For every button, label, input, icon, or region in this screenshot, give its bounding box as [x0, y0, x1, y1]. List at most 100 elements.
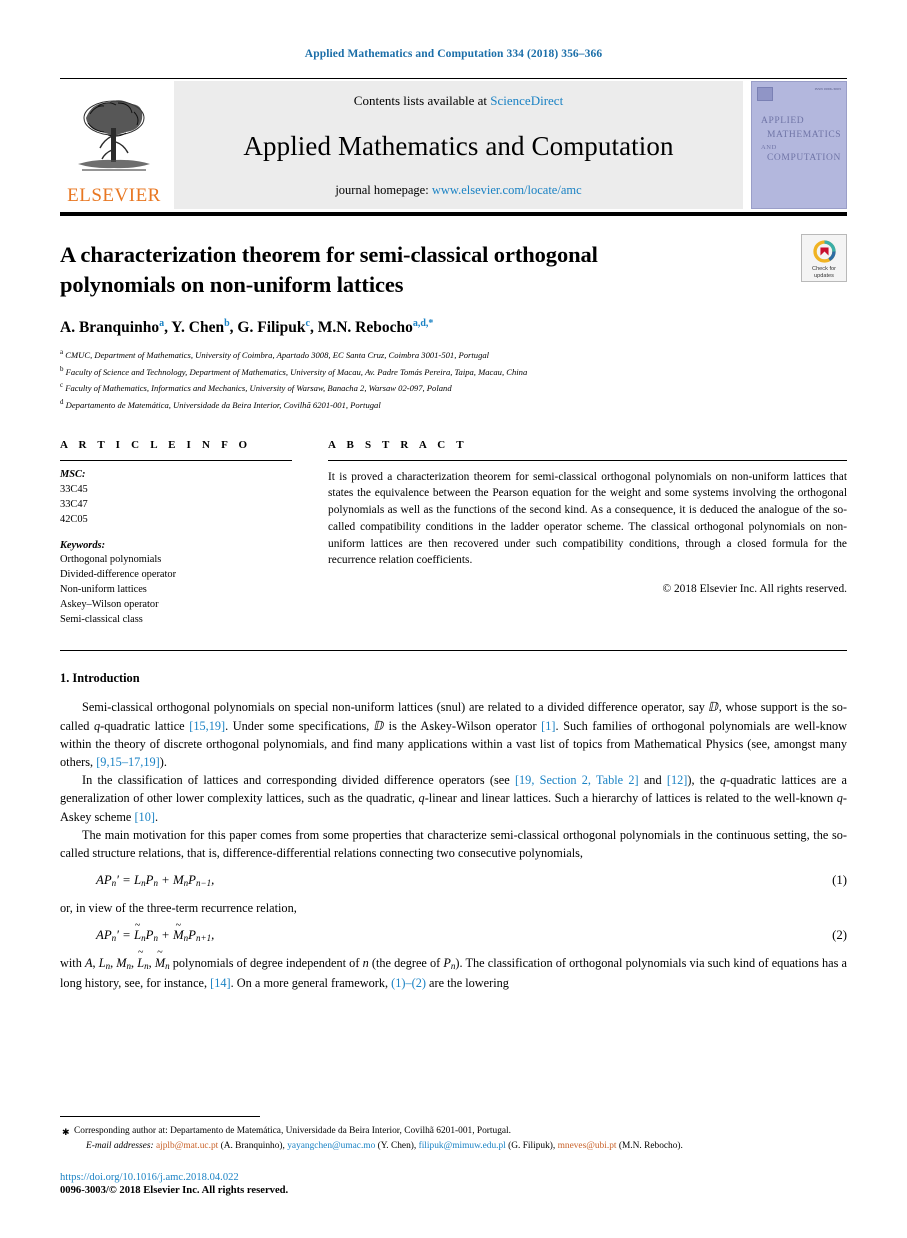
email-person: (Y. Chen) — [377, 1140, 414, 1151]
p4-text-e: . On a more general framework, — [230, 975, 392, 990]
issn-copyright-line: 0096-3003/© 2018 Elsevier Inc. All right… — [60, 1185, 289, 1196]
homepage-prefix: journal homepage: — [335, 183, 432, 197]
running-head: Applied Mathematics and Computation 334 … — [304, 48, 603, 60]
corresponding-author-text: Corresponding author at: Departamento de… — [74, 1125, 511, 1136]
affiliation-item: c Faculty of Mathematics, Informatics an… — [60, 379, 847, 396]
affiliation-text: Faculty of Mathematics, Informatics and … — [65, 383, 452, 394]
article-page: Applied Mathematics and Computation 334 … — [0, 0, 907, 1238]
cover-title-line1: APPLIED — [761, 116, 805, 126]
title-block: A characterization theorem for semi-clas… — [0, 216, 907, 300]
footnote-rule — [60, 1115, 260, 1117]
introduction-section: 1. Introduction Semi-classical orthogona… — [0, 651, 907, 991]
p4-text-a: with — [60, 956, 85, 971]
cover-issn: ISSN 0096-3003 — [814, 87, 841, 91]
info-abstract-row: A R T I C L E I N F O MSC: 33C45 33C47 4… — [0, 413, 907, 629]
article-info-column: A R T I C L E I N F O MSC: 33C45 33C47 4… — [60, 439, 292, 629]
citation-link[interactable]: [12] — [667, 773, 688, 787]
crossmark-badge[interactable]: Check for updates — [801, 234, 847, 282]
elsevier-logo: ELSEVIER — [60, 81, 168, 209]
citation-link[interactable]: [19, Section 2, Table 2] — [515, 773, 639, 787]
p2-text-c: ), the — [687, 773, 721, 788]
author-name: G. Filipuk — [237, 319, 306, 336]
p4-text-b: polynomials of degree independent of — [169, 956, 363, 971]
keyword-item: Askey–Wilson operator — [60, 599, 159, 611]
email-label: E-mail addresses: — [86, 1140, 154, 1151]
p2-text-b: and — [638, 773, 667, 788]
keywords-label: Keywords: — [60, 539, 106, 551]
email-link[interactable]: ajplb@mat.uc.pt — [156, 1141, 218, 1151]
crossmark-icon — [812, 240, 836, 263]
journal-title: Applied Mathematics and Computation — [243, 130, 674, 161]
email-addresses-note: E-mail addresses: ajplb@mat.uc.pt (A. Br… — [86, 1140, 683, 1151]
email-person: (G. Filipuk) — [508, 1140, 553, 1151]
cover-title: APPLIED MATHEMATICS AND COMPUTATION — [752, 101, 846, 166]
author-affil-mark[interactable]: a,d,* — [413, 318, 434, 329]
crossmark-label: Check for updates — [812, 266, 836, 279]
author-name: Y. Chen — [171, 319, 225, 336]
contents-available-line: Contents lists available at ScienceDirec… — [354, 93, 563, 109]
citation-link[interactable]: [10] — [134, 810, 155, 824]
affiliation-text: Departamento de Matemática, Universidade… — [65, 399, 381, 410]
journal-masthead: ELSEVIER Contents lists available at Sci… — [0, 78, 907, 209]
equation-2-number: (2) — [832, 928, 847, 943]
cover-header: ISSN 0096-3003 — [752, 82, 846, 101]
contents-prefix: Contents lists available at — [353, 93, 491, 108]
p2-text-g: . — [154, 809, 159, 824]
journal-homepage-line: journal homepage: www.elsevier.com/locat… — [335, 183, 581, 198]
author-affil-mark[interactable]: a — [159, 318, 164, 329]
equation-ref-link[interactable]: (1)–(2) — [391, 976, 426, 990]
cover-title-line4: COMPUTATION — [767, 152, 841, 163]
abstract-copyright: © 2018 Elsevier Inc. All rights reserved… — [662, 583, 847, 596]
citation-link[interactable]: [14] — [210, 976, 231, 990]
paragraph-3: The main motivation for this paper comes… — [60, 827, 847, 860]
email-link[interactable]: mneves@ubi.pt — [558, 1141, 617, 1151]
keyword-item: Divided-difference operator — [60, 569, 177, 581]
abstract-text: It is proved a characterization theorem … — [328, 470, 847, 567]
citation-link[interactable]: [15,19] — [189, 719, 225, 733]
footnote-block: ✱ Corresponding author at: Departamento d… — [60, 1115, 847, 1154]
author-name: A. Branquinho — [60, 319, 160, 336]
email-person: (M.N. Rebocho) — [618, 1140, 681, 1151]
journal-info-box: Contents lists available at ScienceDirec… — [174, 81, 743, 209]
article-info-body: MSC: 33C45 33C47 42C05 Keywords: Orthogo… — [60, 461, 292, 629]
msc-label: MSC: — [60, 468, 86, 480]
affiliation-item: b Faculty of Science and Technology, Dep… — [60, 363, 847, 380]
doi-link[interactable]: https://doi.org/10.1016/j.amc.2018.04.02… — [60, 1172, 288, 1183]
p2-text-e: -linear and linear lattices. Such a hier… — [424, 791, 837, 806]
keyword-item: Semi-classical class — [60, 614, 143, 626]
p1-text-b: -quadratic lattice — [100, 718, 190, 733]
citation-link[interactable]: [1] — [541, 719, 555, 733]
journal-homepage-link[interactable]: www.elsevier.com/locate/amc — [432, 183, 582, 197]
affiliation-list: a CMUC, Department of Mathematics, Unive… — [0, 337, 907, 413]
affiliation-item: a CMUC, Department of Mathematics, Unive… — [60, 346, 847, 363]
sciencedirect-link[interactable]: ScienceDirect — [490, 93, 563, 108]
email-link[interactable]: filipuk@mimuw.edu.pl — [419, 1141, 506, 1151]
email-person: (A. Branquinho) — [220, 1140, 283, 1151]
author-affil-mark[interactable]: b — [224, 318, 230, 329]
citation-link[interactable]: [9,15–17,19] — [96, 755, 160, 769]
elsevier-tree-icon — [78, 100, 150, 171]
email-link[interactable]: yayangchen@umac.mo — [287, 1141, 375, 1151]
equation-1-body: APn′ = LnPn + MnPn−1, — [96, 873, 215, 889]
affiliation-mark: c — [60, 381, 64, 390]
author-affil-mark[interactable]: c — [305, 318, 309, 329]
abstract-heading: A B S T R A C T — [328, 438, 468, 451]
p1-text-c: . Under some specifications, ⅅ is the As… — [225, 718, 542, 733]
corresponding-author-note: ✱ Corresponding author at: Departamento d… — [60, 1124, 847, 1139]
masthead-top-rule — [60, 78, 847, 79]
journal-cover-thumbnail: ISSN 0096-3003 APPLIED MATHEMATICS AND C… — [751, 81, 847, 209]
affiliation-mark: b — [60, 364, 64, 373]
keyword-item: Orthogonal polynomials — [60, 554, 162, 566]
page-title: A characterization theorem for semi-clas… — [60, 242, 598, 297]
paragraph-1: Semi-classical orthogonal polynomials on… — [60, 698, 847, 771]
p2-text-a: In the classification of lattices and co… — [82, 773, 515, 788]
paragraph-2: In the classification of lattices and co… — [60, 771, 847, 826]
section-heading-introduction: 1. Introduction — [60, 671, 140, 686]
affiliation-mark: d — [60, 397, 64, 406]
paragraph-between-equations: or, in view of the three-term recurrence… — [60, 901, 297, 916]
cover-title-line2: MATHEMATICS — [767, 129, 842, 140]
elsevier-wordmark: ELSEVIER — [67, 185, 161, 206]
doi-block: https://doi.org/10.1016/j.amc.2018.04.02… — [60, 1172, 288, 1196]
p4-text-c: (the degree of — [368, 956, 444, 971]
